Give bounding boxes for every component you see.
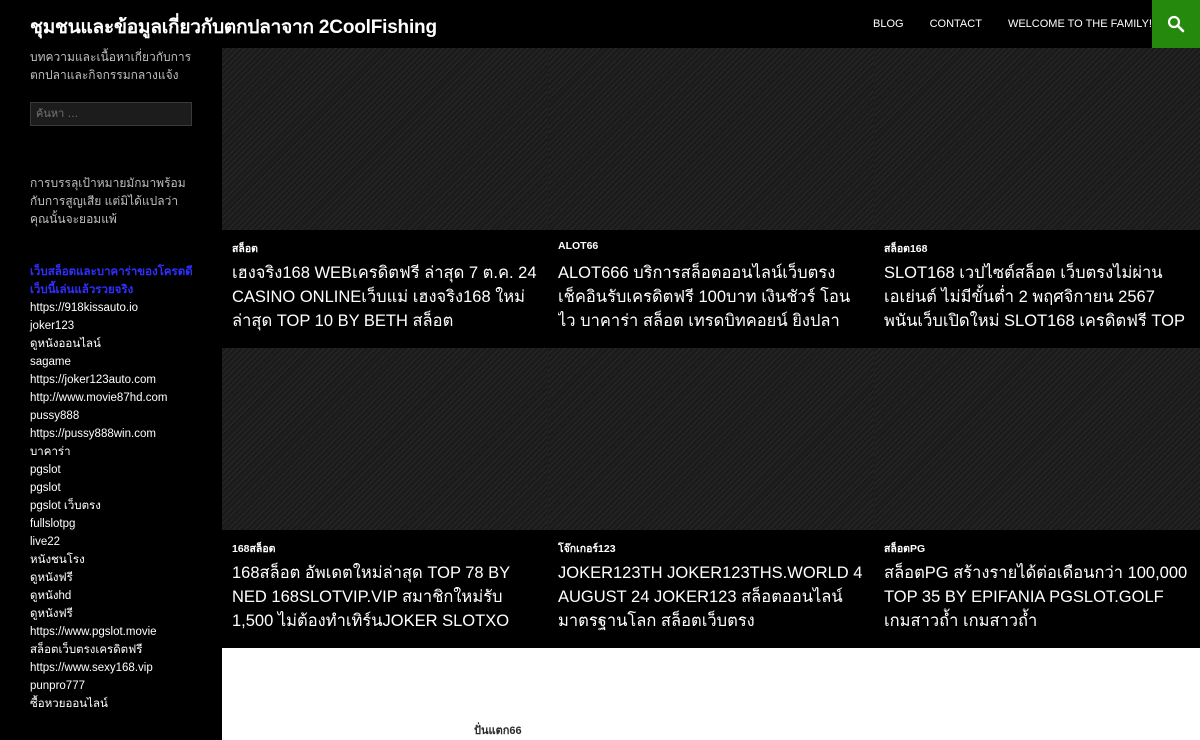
sidebar-links-list: เว็บสล็อตและบาคาร่าของโครตดีเว็บนี้เล่นแ… (30, 263, 205, 713)
nav-item-blog[interactable]: BLOG (873, 18, 904, 30)
sidebar-link[interactable]: ดูหนังฟรี (30, 572, 73, 584)
sidebar-link[interactable]: https://pussy888win.com (30, 428, 156, 440)
post-meta: สล็อต เฮงจริง168 WEBเครดิตฟรี ล่าสุด 7 ต… (222, 230, 548, 348)
post-title-link[interactable]: สล็อตPG สร้างรายได้ต่อเดือนกว่า 100,000 … (884, 561, 1190, 633)
list-item: หนังชนโรง (30, 551, 205, 569)
links-heading-link[interactable]: เว็บสล็อตและบาคาร่าของโครตดีเว็บนี้เล่นแ… (30, 266, 193, 296)
sidebar-link[interactable]: https://joker123auto.com (30, 374, 156, 386)
site-title[interactable]: ชุมชนและข้อมูลเกี่ยวกับตกปลาจาก 2CoolFis… (30, 12, 437, 42)
post-category-link[interactable]: สล็อตPG (884, 540, 1190, 558)
post-category-link[interactable]: สล็อต (232, 240, 538, 258)
featured-post: 168สล็อต 168สล็อต อัพเดตใหม่ล่าสุด TOP 7… (222, 348, 548, 648)
post-thumbnail[interactable] (222, 348, 548, 530)
sidebar-link[interactable]: joker123 (30, 320, 74, 332)
nav-item-welcome[interactable]: WELCOME TO THE FAMILY! (1008, 18, 1152, 30)
post-category-link[interactable]: 168สล็อต (232, 540, 538, 558)
sidebar-link[interactable]: fullslotpg (30, 518, 75, 530)
post-title-link[interactable]: 168สล็อต อัพเดตใหม่ล่าสุด TOP 78 BY NED … (232, 561, 538, 633)
featured-post: สล็อต เฮงจริง168 WEBเครดิตฟรี ล่าสุด 7 ต… (222, 48, 548, 348)
featured-post: สล็อตPG สล็อตPG สร้างรายได้ต่อเดือนกว่า … (874, 348, 1200, 648)
site-header: ชุมชนและข้อมูลเกี่ยวกับตกปลาจาก 2CoolFis… (0, 0, 1200, 48)
list-item: https://918kissauto.io (30, 299, 205, 317)
list-item: sagame (30, 353, 205, 371)
sidebar-text-widget: การบรรลุเป้าหมายมักมาพร้อมกับการสูญเสีย … (30, 176, 186, 226)
entry-category-link[interactable]: ปั่นแตก66 (474, 721, 522, 739)
post-meta: ALOT66 ALOT666 บริการสล็อตออนไลน์เว็บตรง… (548, 230, 874, 348)
list-item: https://www.sexy168.vip (30, 659, 205, 677)
list-item: ดูหนังhd (30, 587, 205, 605)
post-meta: โจ๊กเกอร์123 JOKER123TH JOKER123THS.WORL… (548, 530, 874, 648)
sidebar-link[interactable]: punpro777 (30, 680, 85, 692)
site-description: บทความและเนื้อหาเกี่ยวกับการตกปลาและกิจก… (30, 50, 192, 82)
post-title-link[interactable]: เฮงจริง168 WEBเครดิตฟรี ล่าสุด 7 ต.ค. 24… (232, 261, 538, 333)
search-icon (1167, 15, 1185, 33)
sidebar-link[interactable]: sagame (30, 356, 71, 368)
sidebar-link[interactable]: live22 (30, 536, 60, 548)
sidebar-link[interactable]: pussy888 (30, 410, 79, 422)
list-item: pgslot (30, 461, 205, 479)
sidebar-link[interactable]: pgslot (30, 464, 61, 476)
list-item: บาคาร่า (30, 443, 205, 461)
post-thumbnail[interactable] (874, 348, 1200, 530)
list-item: สล็อตเว็บตรงเครดิตฟรี (30, 641, 205, 659)
sidebar-link[interactable]: บาคาร่า (30, 446, 71, 458)
post-thumbnail[interactable] (548, 348, 874, 530)
featured-post: ALOT66 ALOT666 บริการสล็อตออนไลน์เว็บตรง… (548, 48, 874, 348)
list-item: fullslotpg (30, 515, 205, 533)
post-thumbnail[interactable] (548, 48, 874, 230)
sidebar-link[interactable]: ซื้อหวยออนไลน์ (30, 698, 108, 710)
list-item: ซื้อหวยออนไลน์ (30, 695, 205, 713)
list-item: https://www.pgslot.movie (30, 623, 205, 641)
sidebar-link[interactable]: https://918kissauto.io (30, 302, 138, 314)
post-meta: 168สล็อต 168สล็อต อัพเดตใหม่ล่าสุด TOP 7… (222, 530, 548, 648)
sidebar: บทความและเนื้อหาเกี่ยวกับการตกปลาและกิจก… (0, 48, 222, 740)
sidebar-link[interactable]: ดูหนังฟรี (30, 608, 73, 620)
post-category-link[interactable]: โจ๊กเกอร์123 (558, 540, 864, 558)
list-item: ดูหนังฟรี (30, 569, 205, 587)
post-thumbnail[interactable] (874, 48, 1200, 230)
list-item: เว็บสล็อตและบาคาร่าของโครตดีเว็บนี้เล่นแ… (30, 263, 205, 299)
sidebar-link[interactable]: pgslot เว็บตรง (30, 500, 101, 512)
post-title-link[interactable]: JOKER123TH JOKER123THS.WORLD 4 AUGUST 24… (558, 561, 864, 633)
featured-post: สล็อต168 SLOT168 เวปไซต์สล็อต เว็บตรงไม่… (874, 48, 1200, 348)
search-input[interactable] (30, 102, 192, 126)
list-item: pussy888 (30, 407, 205, 425)
post-title-link[interactable]: ALOT666 บริการสล็อตออนไลน์เว็บตรง เช็คอิ… (558, 261, 864, 333)
primary-navigation: BLOG CONTACT WELCOME TO THE FAMILY! (847, 0, 1152, 48)
sidebar-link[interactable]: สล็อตเว็บตรงเครดิตฟรี (30, 644, 142, 656)
post-meta: สล็อต168 SLOT168 เวปไซต์สล็อต เว็บตรงไม่… (874, 230, 1200, 348)
sidebar-link[interactable]: หนังชนโรง (30, 554, 85, 566)
search-toggle-button[interactable] (1152, 0, 1200, 48)
list-item: https://pussy888win.com (30, 425, 205, 443)
sidebar-link[interactable]: ดูหนังออนไลน์ (30, 338, 101, 350)
list-item: joker123 (30, 317, 205, 335)
sidebar-link[interactable]: https://www.pgslot.movie (30, 626, 157, 638)
sidebar-link[interactable]: https://www.sexy168.vip (30, 662, 153, 674)
main-content: ปั่นแตก66 (222, 648, 1200, 740)
list-item: pgslot เว็บตรง (30, 497, 205, 515)
list-item: pgslot (30, 479, 205, 497)
sidebar-link[interactable]: http://www.movie87hd.com (30, 392, 167, 404)
post-category-link[interactable]: สล็อต168 (884, 240, 1190, 258)
list-item: punpro777 (30, 677, 205, 695)
sidebar-link[interactable]: ดูหนังhd (30, 590, 71, 602)
list-item: ดูหนังฟรี (30, 605, 205, 623)
nav-item-contact[interactable]: CONTACT (930, 18, 982, 30)
post-thumbnail[interactable] (222, 48, 548, 230)
post-title-link[interactable]: SLOT168 เวปไซต์สล็อต เว็บตรงไม่ผ่านเอเย่… (884, 261, 1190, 333)
featured-post: โจ๊กเกอร์123 JOKER123TH JOKER123THS.WORL… (548, 348, 874, 648)
sidebar-link[interactable]: pgslot (30, 482, 61, 494)
list-item: live22 (30, 533, 205, 551)
list-item: ดูหนังออนไลน์ (30, 335, 205, 353)
post-meta: สล็อตPG สล็อตPG สร้างรายได้ต่อเดือนกว่า … (874, 530, 1200, 648)
list-item: https://joker123auto.com (30, 371, 205, 389)
post-category-link[interactable]: ALOT66 (558, 240, 864, 258)
list-item: http://www.movie87hd.com (30, 389, 205, 407)
